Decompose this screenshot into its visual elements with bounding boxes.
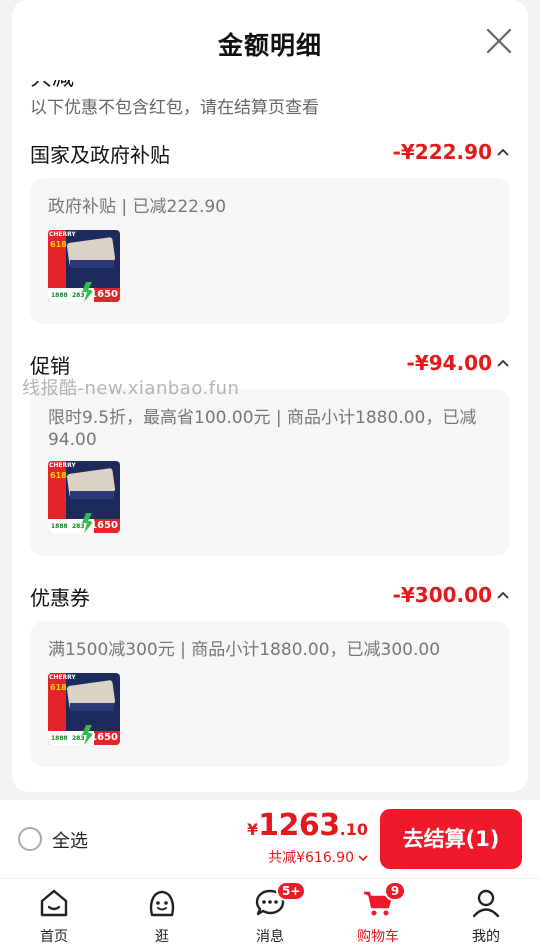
tab-profile[interactable]: 我的 [446,879,526,952]
section-title: 国家及政府补贴 [30,143,170,167]
panel-title: 金额明细 [217,31,322,60]
watermark: 线报酷-new.xianbao.fun [22,378,240,399]
thumb-mid-figure: 283 [72,735,85,742]
thumb-brand: CHERRY [49,674,76,681]
tab-label: 我的 [472,929,500,945]
section-coupon-card: 满1500减300元 | 商品小计1880.00，已减300.00 CHERRY… [30,621,510,767]
saved-amount: 共减¥616.90 [268,850,354,866]
thumb-mid-figure: 283 [72,292,85,299]
section-title: 优惠券 [30,586,90,610]
panel-header: 金额明细 [12,0,528,80]
thumb-left-figure: 1888 [51,523,68,530]
section-amount: -¥300.00 [392,583,492,607]
section-coupon-header[interactable]: 优惠券 -¥300.00 [30,582,510,612]
section-desc: 满1500减300元 | 商品小计1880.00，已减300.00 [48,640,441,660]
bottom-tab-bar: 首页 逛 5+ 消息 9 购物车 我的 [0,878,540,952]
cart-badge: 9 [384,881,406,901]
thumb-tag: 618 [50,471,67,480]
section-amount: -¥222.90 [392,140,492,164]
section-gov-subsidy-header[interactable]: 国家及政府补贴 -¥222.90 [30,139,510,169]
tab-label: 首页 [40,929,68,945]
saved-amount-toggle[interactable]: 共减¥616.90 [268,847,368,867]
total-yen: ¥ [247,820,259,839]
thumb-price-badge: 1650 [90,289,118,300]
chevron-down-icon [358,855,368,862]
thumb-brand: CHERRY [49,231,76,238]
tab-messages[interactable]: 5+ 消息 [230,879,310,952]
select-all-checkbox[interactable] [18,827,42,851]
stroll-icon [149,890,175,917]
thumb-price-badge: 1650 [90,520,118,531]
detail-sheet: 共减 -¥616.90 金额明细 以下优惠不包含红包，请在结算页查看 国家及政府… [0,0,540,800]
tab-cart[interactable]: 9 购物车 [338,879,418,952]
section-amount: -¥94.00 [406,351,492,375]
thumb-tag: 618 [50,240,67,249]
chevron-up-icon[interactable] [496,588,510,602]
home-icon [40,889,68,917]
product-thumbnail[interactable]: CHERRY 618 1888 283 1650 [48,673,120,745]
total-price: ¥1263.10 [247,808,368,843]
thumb-left-figure: 1888 [51,735,68,742]
checkout-button[interactable]: 去结算(1) [380,809,522,869]
close-icon[interactable] [484,26,514,56]
thumb-brand: CHERRY [49,462,76,469]
profile-icon [472,889,500,918]
thumb-tag: 618 [50,683,67,692]
chevron-up-icon[interactable] [496,356,510,370]
product-thumbnail[interactable]: CHERRY 618 1888 283 1650 [48,230,120,302]
tab-label: 消息 [256,929,284,945]
thumb-left-figure: 1888 [51,292,68,299]
thumb-price-badge: 1650 [90,732,118,743]
section-promotion-card: 限时9.5折，最高省100.00元 | 商品小计1880.00，已减94.00 … [30,389,510,556]
section-desc: 限时9.5折，最高省100.00元 | 商品小计1880.00，已减94.00 [48,408,477,450]
thumb-mid-figure: 283 [72,523,85,530]
section-gov-subsidy-card: 政府补贴 | 已减222.90 CHERRY 618 1888 283 1650 [30,178,510,324]
total-decimal: .10 [339,820,368,839]
message-badge: 5+ [276,881,307,901]
total-integer: 1263 [258,808,340,843]
select-all-label[interactable]: 全选 [52,827,88,853]
checkout-bar: 全选 ¥1263.10 共减¥616.90 去结算(1) [0,800,540,878]
discount-note: 以下优惠不包含红包，请在结算页查看 [30,98,319,118]
tab-home[interactable]: 首页 [14,879,94,952]
tab-label: 逛 [155,929,169,945]
chevron-up-icon[interactable] [496,145,510,159]
product-thumbnail[interactable]: CHERRY 618 1888 283 1650 [48,461,120,533]
tab-label: 购物车 [357,929,399,945]
section-desc: 政府补贴 | 已减222.90 [48,197,227,217]
tab-stroll[interactable]: 逛 [122,879,202,952]
